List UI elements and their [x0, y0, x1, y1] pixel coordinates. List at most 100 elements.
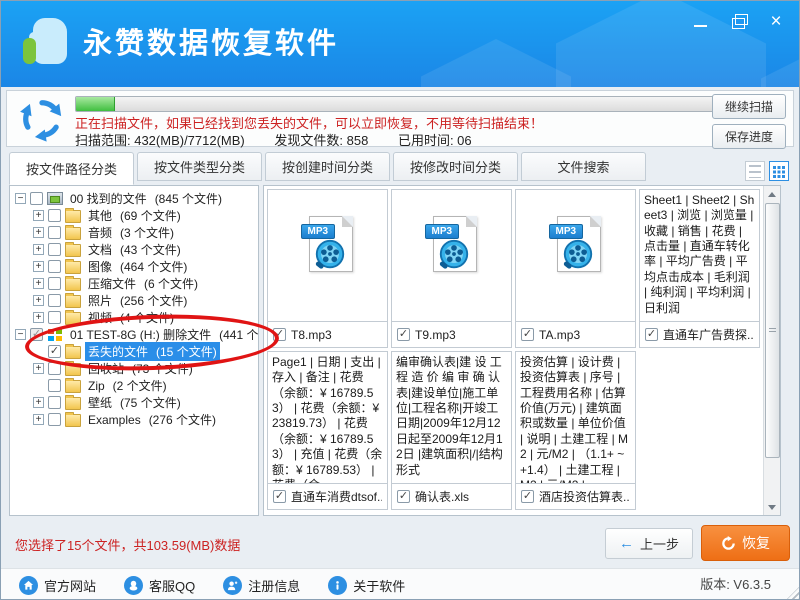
expander-icon[interactable]: − [15, 193, 26, 204]
file-card[interactable]: MP3 ✓ T9.mp3 [391, 189, 512, 348]
checkbox[interactable] [30, 192, 43, 205]
registration-info-link[interactable]: 注册信息 [223, 576, 300, 595]
tree-item-count: (6 个文件) [144, 275, 198, 292]
about-software-link[interactable]: 关于软件 [328, 576, 405, 595]
file-card[interactable]: Page1 | 日期 | 支出 | 存入 | 备注 | 花费（余额：¥ 1678… [267, 351, 388, 510]
checkbox[interactable]: ✓ [273, 490, 286, 503]
info-icon [328, 576, 347, 595]
qq-icon [124, 576, 143, 595]
tree-item-count: (276 个文件) [149, 411, 216, 428]
tree-item[interactable]: Zip(2 个文件) [10, 377, 258, 394]
expander-icon[interactable]: + [33, 312, 44, 323]
file-name: T9.mp3 [415, 328, 456, 342]
mp3-badge: MP3 [425, 224, 460, 239]
film-reel-icon [437, 238, 471, 272]
tab[interactable]: 按创建时间分类 [265, 152, 390, 181]
folder-tree: −00 找到的文件(845 个文件)+其他(69 个文件)+音频(3 个文件)+… [9, 185, 259, 516]
expander-icon[interactable]: + [33, 397, 44, 408]
tab[interactable]: 按文件路径分类 [9, 152, 134, 185]
expander-icon[interactable]: + [33, 227, 44, 238]
tree-item[interactable]: +Examples(276 个文件) [10, 411, 258, 428]
continue-scan-button[interactable]: 继续扫描 [712, 94, 786, 119]
checkbox[interactable]: ✓ [521, 490, 534, 503]
checkbox[interactable]: ✓ [30, 328, 43, 341]
windows-icon [47, 328, 63, 342]
vertical-scrollbar[interactable] [763, 186, 780, 515]
maximize-button[interactable] [727, 10, 749, 32]
checkbox[interactable] [48, 362, 61, 375]
expander-icon[interactable]: + [33, 414, 44, 425]
tab[interactable]: 按修改时间分类 [393, 152, 518, 181]
tree-item[interactable]: +壁纸(75 个文件) [10, 394, 258, 411]
folder-icon [65, 261, 81, 274]
tree-item[interactable]: +音频(3 个文件) [10, 224, 258, 241]
list-view-icon[interactable] [745, 161, 765, 181]
minimize-button[interactable] [689, 10, 711, 32]
scrollbar-thumb[interactable] [765, 203, 780, 458]
expander-icon[interactable]: − [15, 329, 26, 340]
checkbox[interactable] [48, 226, 61, 239]
expander-icon[interactable]: + [33, 295, 44, 306]
tree-item[interactable]: −✓01 TEST-8G (H:) 删除文件(441 个文件) [10, 326, 258, 343]
checkbox[interactable] [48, 311, 61, 324]
tree-item[interactable]: +文档(43 个文件) [10, 241, 258, 258]
app-window: 永赞数据恢复软件 × 正在扫描文件，如果已经找到您丢失的文件，可以立即恢复，不用… [0, 0, 800, 600]
checkbox[interactable] [48, 379, 61, 392]
expander-icon[interactable]: + [33, 210, 44, 221]
scroll-down-icon[interactable] [764, 499, 780, 515]
tree-item[interactable]: +照片(256 个文件) [10, 292, 258, 309]
tree-item[interactable]: ✓丢失的文件(15 个文件) [10, 343, 258, 360]
checkbox[interactable] [48, 294, 61, 307]
customer-service-qq-link[interactable]: 客服QQ [124, 576, 195, 595]
checkbox[interactable]: ✓ [397, 328, 410, 341]
checkbox[interactable] [48, 396, 61, 409]
folder-icon [65, 414, 81, 427]
expander-icon[interactable]: + [33, 261, 44, 272]
checkbox[interactable]: ✓ [273, 328, 286, 341]
checkbox[interactable]: ✓ [48, 345, 61, 358]
tab[interactable]: 按文件类型分类 [137, 152, 262, 181]
mp3-file-icon: MP3 [425, 216, 479, 278]
grid-view-icon[interactable] [769, 161, 789, 181]
save-progress-button[interactable]: 保存进度 [712, 124, 786, 149]
recover-button[interactable]: 恢复 [701, 525, 790, 561]
checkbox[interactable] [48, 413, 61, 426]
tree-item[interactable]: +其他(69 个文件) [10, 207, 258, 224]
tree-item-count: (69 个文件) [120, 207, 181, 224]
expander-icon[interactable]: + [33, 244, 44, 255]
tree-item-label: 视频 [88, 309, 112, 326]
checkbox[interactable] [48, 277, 61, 290]
tree-item[interactable]: +回收站(73 个文件) [10, 360, 258, 377]
tree-item[interactable]: +视频(4 个文件) [10, 309, 258, 326]
checkbox[interactable] [48, 209, 61, 222]
checkbox[interactable]: ✓ [397, 490, 410, 503]
checkbox[interactable] [48, 243, 61, 256]
tab[interactable]: 文件搜索 [521, 152, 646, 181]
file-card[interactable]: MP3✓T8.mp3 [267, 189, 388, 348]
resize-grip[interactable] [787, 587, 799, 599]
checkbox[interactable]: ✓ [521, 328, 534, 341]
tree-item[interactable]: +压缩文件(6 个文件) [10, 275, 258, 292]
checkbox[interactable]: ✓ [645, 328, 658, 341]
file-card[interactable]: Sheet1 | Sheet2 | Sheet3 | 浏览 | 浏览量 | 收藏… [639, 189, 760, 348]
file-card[interactable]: 编审确认表|建 设 工 程 造 价 编 审 确 认 表|建设单位|施工单位|工程… [391, 351, 512, 510]
back-button[interactable]: ← 上一步 [605, 528, 693, 559]
file-card[interactable]: MP3✓TA.mp3 [515, 189, 636, 348]
tree-item[interactable]: −00 找到的文件(845 个文件) [10, 190, 258, 207]
tree-item-label: 丢失的文件 [88, 343, 148, 360]
scroll-up-icon[interactable] [764, 186, 780, 202]
device-icon [47, 192, 63, 205]
official-website-link[interactable]: 官方网站 [19, 576, 96, 595]
back-button-label: 上一步 [640, 534, 679, 553]
tree-item-count: (441 个文件) [219, 326, 259, 343]
tree-item[interactable]: +图像(464 个文件) [10, 258, 258, 275]
close-button[interactable]: × [765, 10, 787, 32]
file-card[interactable]: 投资估算 | 设计费 | 投资估算表 | 序号 | 工程费用名称 | 估算价值(… [515, 351, 636, 510]
folder-icon [65, 244, 81, 257]
expander-icon[interactable]: + [33, 278, 44, 289]
checkbox[interactable] [48, 260, 61, 273]
expander-icon[interactable]: + [33, 363, 44, 374]
tree-item-label: 照片 [88, 292, 112, 309]
footer-bar: 官方网站 客服QQ 注册信息 关于软件 版本: V6.3.5 [1, 568, 800, 600]
tree-item-label: 回收站 [88, 360, 124, 377]
